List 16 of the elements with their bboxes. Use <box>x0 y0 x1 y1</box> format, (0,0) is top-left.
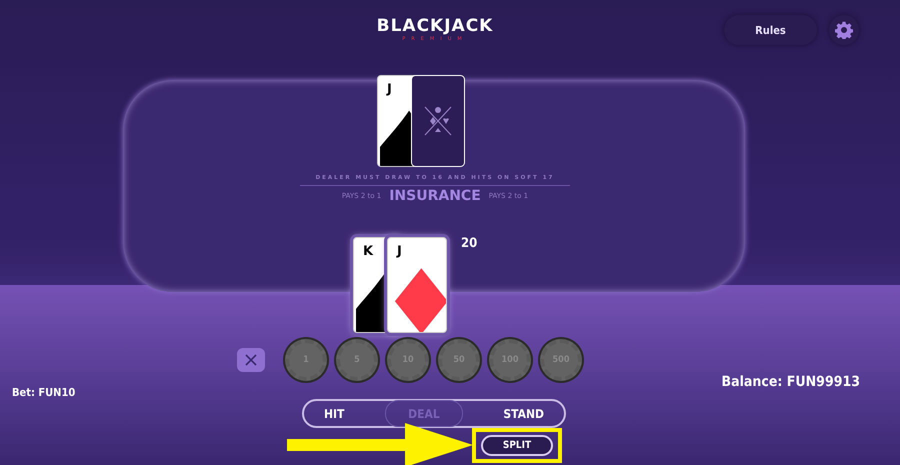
action-button[interactable]: STAND <box>489 402 558 424</box>
clear-bet-button[interactable] <box>237 348 265 372</box>
rules-button[interactable]: Rules <box>724 15 817 45</box>
card-rank: K <box>363 244 374 259</box>
balance-amount: Balance: FUN99913 <box>722 374 860 390</box>
action-button[interactable]: HIT <box>310 402 358 424</box>
settings-button[interactable] <box>829 15 859 45</box>
bet-amount: Bet: FUN10 <box>12 386 76 399</box>
card-rank: J <box>397 244 402 259</box>
card-rank: J <box>387 82 392 97</box>
insurance-label: INSURANCE <box>389 188 481 204</box>
hand-total: 20 <box>461 236 478 251</box>
game-title: BLACKJACK <box>376 16 494 36</box>
close-icon <box>245 354 257 366</box>
split-button[interactable]: SPLIT <box>481 435 553 456</box>
settings-icon <box>835 21 853 39</box>
